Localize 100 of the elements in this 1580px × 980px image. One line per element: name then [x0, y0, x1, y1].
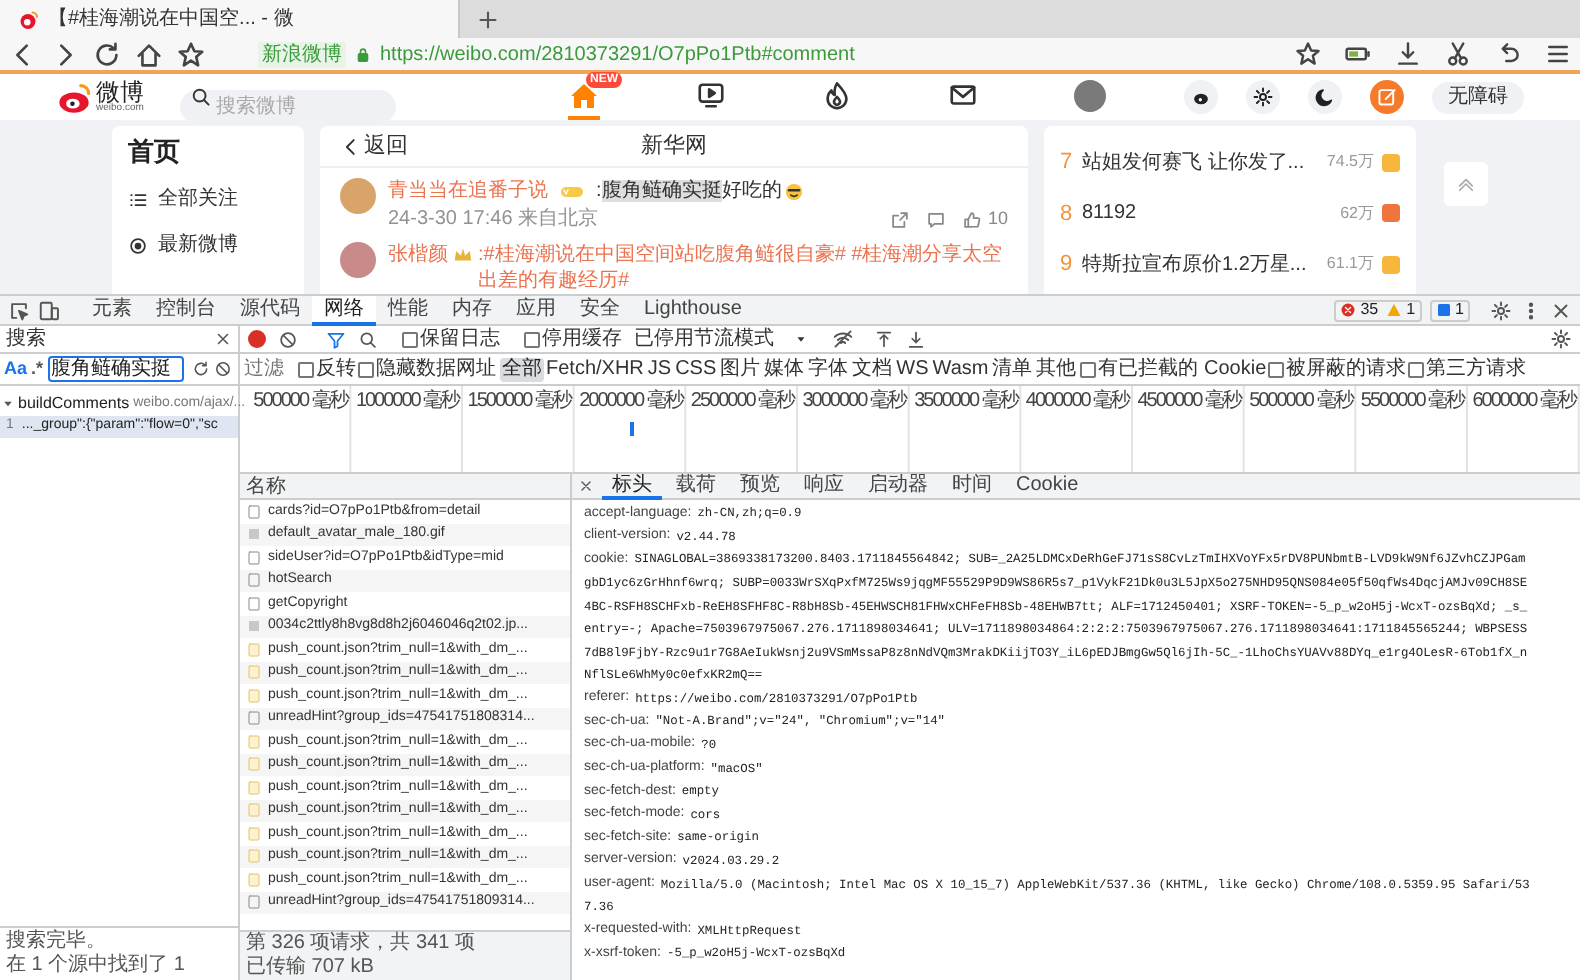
- detail-tab[interactable]: 标头: [602, 473, 662, 499]
- devtools-tab[interactable]: Lighthouse: [632, 295, 754, 325]
- sidebar-item[interactable]: 全部关注: [128, 184, 288, 214]
- type-filter-tab[interactable]: JS: [645, 357, 674, 381]
- type-filter-tab[interactable]: WS: [894, 357, 931, 381]
- upload-icon[interactable]: [874, 329, 894, 349]
- checkbox[interactable]: 有已拦截的 Cookie: [1080, 354, 1267, 384]
- filter-icon[interactable]: [326, 329, 346, 349]
- search-field[interactable]: 搜索微博: [180, 90, 396, 124]
- checkbox[interactable]: 保留日志: [402, 324, 500, 354]
- devtools-tab[interactable]: 控制台: [144, 295, 228, 325]
- browser-tab[interactable]: 【#桂海潮说在中国空... - 微: [0, 0, 460, 38]
- video-icon[interactable]: [696, 80, 726, 110]
- target-icon: [128, 235, 148, 255]
- compose-button[interactable]: [1370, 80, 1404, 114]
- error-icon: [1340, 302, 1357, 318]
- timeline-tick-label: 2000000 毫秒: [579, 387, 683, 415]
- sidebar-item[interactable]: 最新微博: [128, 230, 288, 260]
- device-icon[interactable]: [38, 299, 60, 321]
- checkbox[interactable]: 被屏蔽的请求: [1268, 354, 1407, 384]
- settings-icon[interactable]: [1550, 328, 1572, 350]
- issue-counter[interactable]: 35 1: [1334, 299, 1422, 321]
- detail-tab[interactable]: 响应: [794, 473, 854, 499]
- type-filter-tab[interactable]: 清单: [990, 357, 1035, 381]
- type-filter-tab[interactable]: 其他: [1034, 357, 1079, 381]
- warning-icon: [1386, 302, 1403, 318]
- type-filter-tab[interactable]: 全部: [500, 357, 544, 381]
- detail-tab[interactable]: Cookie: [1006, 473, 1089, 499]
- checkbox[interactable]: 隐藏数据网址: [358, 354, 496, 384]
- devtools-tab[interactable]: 安全: [568, 295, 632, 325]
- avatar[interactable]: [340, 242, 376, 278]
- devtools-tab[interactable]: 元素: [80, 295, 144, 325]
- devtools-tab[interactable]: 内存: [440, 295, 504, 325]
- type-filter-tab[interactable]: Wasm: [930, 357, 991, 381]
- type-filter-tab[interactable]: 文档: [850, 357, 895, 381]
- hot-search-item[interactable]: 7 站姐发何赛飞 让你发了... 74.5万: [1060, 146, 1400, 179]
- file-icon: [246, 894, 262, 911]
- regex-toggle[interactable]: .*: [31, 355, 44, 383]
- checkbox[interactable]: 第三方请求: [1408, 354, 1527, 384]
- clear-icon[interactable]: [213, 360, 232, 378]
- inspect-icon[interactable]: [8, 299, 30, 321]
- devtools-tab[interactable]: 网络: [312, 295, 376, 325]
- message-counter[interactable]: 1: [1429, 299, 1470, 321]
- avatar[interactable]: [1074, 79, 1106, 111]
- type-filter-tab[interactable]: 图片: [718, 357, 763, 381]
- column-header[interactable]: 名称: [240, 474, 570, 500]
- type-filter-tab[interactable]: 媒体: [762, 357, 807, 381]
- detail-tab[interactable]: 时间: [942, 473, 1002, 499]
- close-icon[interactable]: [214, 330, 232, 348]
- refresh-icon[interactable]: [191, 360, 210, 378]
- record-button[interactable]: [248, 330, 266, 348]
- hot-search-item[interactable]: 8 81192 62万: [1060, 197, 1400, 230]
- settings-button[interactable]: [1246, 80, 1280, 114]
- throttle-dropdown[interactable]: 已停用节流模式: [634, 324, 808, 354]
- detail-tab[interactable]: 载荷: [666, 473, 726, 499]
- type-filter-tab[interactable]: Fetch/XHR: [544, 357, 646, 381]
- new-tab-icon[interactable]: [476, 7, 500, 31]
- hot-search-item[interactable]: 9 特斯拉宣布原价1.2万星... 61.1万: [1060, 248, 1400, 281]
- close-icon[interactable]: [1550, 299, 1572, 321]
- settings-icon: [1252, 86, 1274, 108]
- accessibility-button[interactable]: 无障碍: [1432, 81, 1524, 113]
- back-button[interactable]: 返回: [340, 129, 408, 163]
- like-icon: [961, 209, 982, 229]
- checkbox[interactable]: 停用缓存: [524, 324, 622, 354]
- comment-text: :#桂海潮说在中国空间站吃腹角鲢很自豪# #桂海潮分享太空出差的有趣经历#: [478, 242, 1005, 294]
- reload-icon[interactable]: [92, 39, 122, 69]
- moon-button[interactable]: [1308, 80, 1342, 114]
- star-icon[interactable]: [176, 39, 206, 69]
- close-icon[interactable]: [578, 478, 594, 494]
- settings-icon[interactable]: [1490, 299, 1512, 321]
- type-filter-tab[interactable]: CSS: [673, 357, 719, 381]
- share-icon[interactable]: [889, 209, 910, 229]
- flame-icon[interactable]: [822, 80, 852, 110]
- download-icon[interactable]: [1394, 40, 1422, 68]
- match-case-toggle[interactable]: Aa: [4, 355, 28, 383]
- weibo-logo-icon[interactable]: [56, 79, 92, 115]
- timeline-tick-label: 5500000 毫秒: [1360, 387, 1465, 415]
- type-filter-tab[interactable]: 字体: [806, 357, 851, 381]
- devtools-tab[interactable]: 源代码: [228, 295, 312, 325]
- search-icon[interactable]: [358, 329, 378, 349]
- devtools-tab[interactable]: 性能: [376, 295, 440, 325]
- list-icon: [128, 189, 148, 209]
- comment-icon[interactable]: [925, 209, 946, 229]
- menu-icon[interactable]: [1544, 40, 1572, 68]
- scissors-icon[interactable]: [1444, 40, 1472, 68]
- like-button[interactable]: 10: [961, 205, 1008, 233]
- clear-icon[interactable]: [278, 329, 298, 349]
- detail-tab[interactable]: 启动器: [858, 473, 938, 499]
- mail-icon[interactable]: [948, 80, 978, 110]
- checkbox[interactable]: 反转: [298, 354, 356, 384]
- star-icon[interactable]: [1294, 40, 1322, 68]
- devtools-tab[interactable]: 应用: [504, 295, 568, 325]
- download-icon[interactable]: [906, 329, 926, 349]
- chevron-up-icon: [1456, 174, 1476, 194]
- detail-tab[interactable]: 预览: [730, 473, 790, 499]
- filter-input[interactable]: 过滤: [244, 357, 296, 381]
- home-icon[interactable]: [134, 39, 164, 69]
- network-conditions-icon[interactable]: [832, 328, 854, 350]
- url-text: https://weibo.com/2810373291/O7pPo1Ptb#comment: [380, 41, 855, 69]
- timeline-tick-label: 4500000 毫秒: [1137, 387, 1241, 415]
